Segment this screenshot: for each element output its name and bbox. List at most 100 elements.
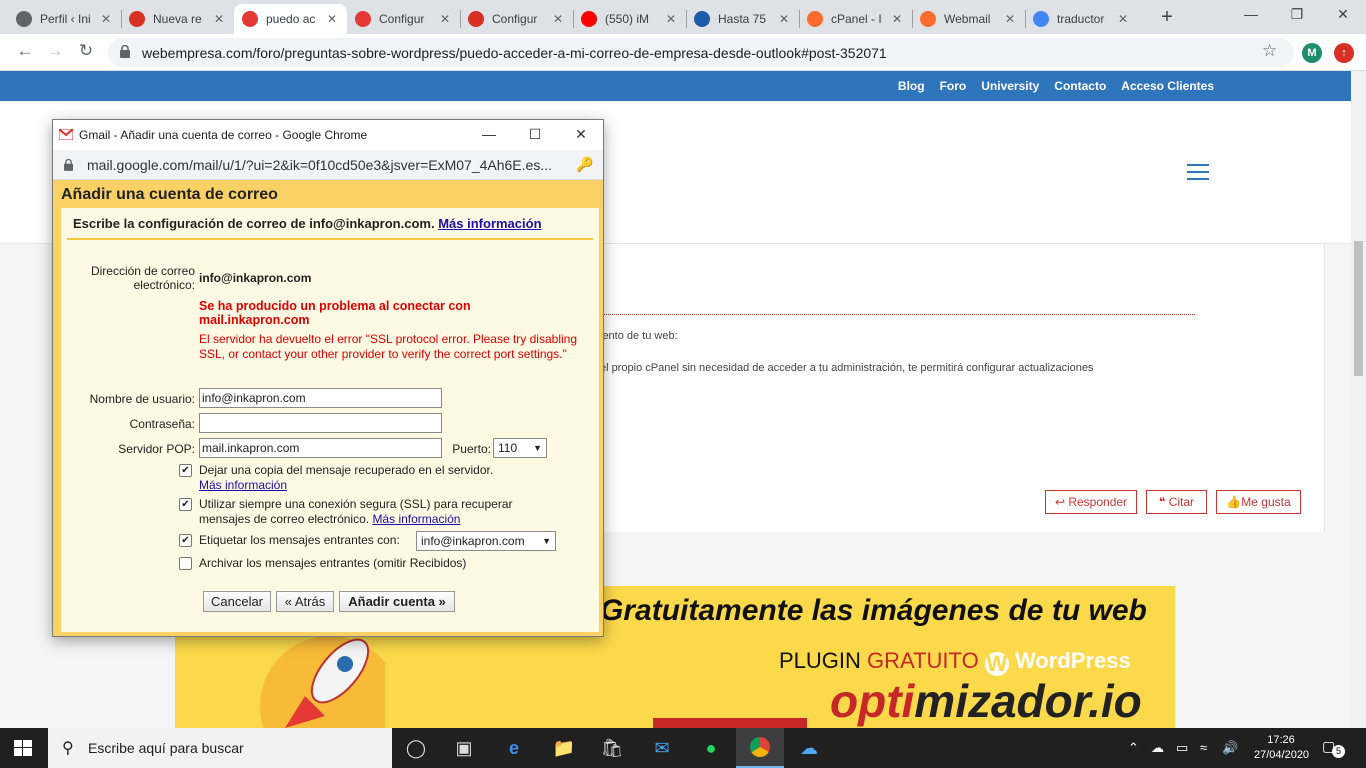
page-scrollbar[interactable]	[1351, 71, 1366, 728]
popup-minimize-icon[interactable]: —	[479, 126, 499, 142]
battery-icon[interactable]: ▭	[1176, 740, 1188, 756]
label-select[interactable]: info@inkapron.com ▼	[416, 531, 556, 551]
windows-start-icon[interactable]	[14, 740, 32, 756]
password-input[interactable]	[199, 413, 442, 433]
popup-url-text: mail.google.com/mail/u/1/?ui=2&ik=0f10cd…	[87, 157, 552, 173]
reply-label: Responder	[1068, 495, 1128, 509]
youtube-icon	[581, 11, 597, 27]
add-account-button[interactable]: Añadir cuenta »	[339, 591, 455, 612]
add-account-dialog: Añadir una cuenta de correo Escribe la c…	[53, 180, 603, 636]
new-tab-button[interactable]: +	[1156, 6, 1178, 29]
spotify-icon[interactable]: ●	[687, 728, 735, 768]
reload-icon[interactable]: ↻	[75, 41, 97, 61]
tab-close-icon[interactable]: ✕	[1003, 12, 1017, 26]
site-navbar: Blog Foro University Contacto Acceso Cliente…	[0, 71, 1366, 101]
tab-separator	[799, 10, 800, 28]
tab-title: Webmail	[944, 12, 991, 26]
pop-server-input[interactable]	[199, 438, 442, 458]
label-incoming-checkbox[interactable]: ✔	[179, 534, 192, 547]
back-icon[interactable]: ←	[14, 41, 36, 61]
webempresa-icon	[355, 11, 371, 27]
label-select-value: info@inkapron.com	[421, 534, 525, 548]
banner-cta-button[interactable]	[653, 718, 807, 728]
tab-title: Configur	[379, 12, 425, 26]
popup-titlebar[interactable]: Gmail - Añadir una cuenta de correo - Go…	[53, 120, 603, 150]
tab-separator	[460, 10, 461, 28]
email-label: Dirección de correo electrónico:	[71, 264, 195, 292]
scrollbar-thumb[interactable]	[1354, 241, 1363, 376]
back-button[interactable]: « Atrás	[276, 591, 334, 612]
quote-button[interactable]: ❝ Citar	[1146, 490, 1207, 514]
popup-maximize-icon[interactable]: ☐	[525, 126, 545, 143]
taskbar-search[interactable]: ⚲ Escribe aquí para buscar	[48, 728, 392, 768]
extension-icon[interactable]: ↑	[1334, 43, 1354, 63]
tab-title: Perfil ‹ Ini	[40, 12, 91, 26]
bookmark-star-icon[interactable]: ☆	[1262, 41, 1277, 61]
browser-tab[interactable]: (550) iM ✕	[573, 4, 686, 34]
browser-tab[interactable]: Configur ✕	[347, 4, 460, 34]
cortana-icon[interactable]: ◯	[392, 728, 440, 768]
browser-tab[interactable]: Perfil ‹ Ini ✕	[8, 4, 121, 34]
archive-checkbox[interactable]	[179, 557, 192, 570]
browser-tab[interactable]: Webmail ✕	[912, 4, 1025, 34]
browser-tab[interactable]: Configur ✕	[460, 4, 573, 34]
tab-close-icon[interactable]: ✕	[551, 12, 565, 26]
tab-close-icon[interactable]: ✕	[664, 12, 678, 26]
system-clock[interactable]: 17:26 27/04/2020	[1254, 733, 1309, 763]
edge-icon[interactable]: e	[490, 728, 538, 768]
tab-close-icon[interactable]: ✕	[1116, 12, 1130, 26]
quote-label: Citar	[1168, 495, 1195, 509]
tab-close-icon[interactable]: ✕	[777, 12, 791, 26]
google-icon	[1033, 11, 1049, 27]
popup-close-icon[interactable]: ✕	[571, 126, 591, 143]
browser-toolbar: ← → ↻ webempresa.com/foro/preguntas-sobr…	[0, 34, 1366, 71]
like-button[interactable]: 👍 Me gusta	[1216, 490, 1301, 514]
file-explorer-icon[interactable]: 📁	[540, 728, 588, 768]
browser-tab[interactable]: Nueva re ✕	[121, 4, 234, 34]
menu-hamburger-icon[interactable]	[1187, 164, 1209, 180]
banner-title: Gratuitamente las imágenes de tu web	[600, 594, 1147, 627]
site-nav-link[interactable]: Contacto	[1054, 79, 1106, 93]
site-nav-link[interactable]: Acceso Clientes	[1121, 79, 1214, 93]
site-nav-link[interactable]: University	[981, 79, 1039, 93]
tab-close-icon[interactable]: ✕	[890, 12, 904, 26]
cancel-button[interactable]: Cancelar	[203, 591, 271, 612]
ssl-checkbox[interactable]: ✔	[179, 498, 192, 511]
site-nav-link[interactable]: Blog	[898, 79, 925, 93]
restore-icon[interactable]: ❐	[1282, 6, 1312, 23]
wifi-icon[interactable]: ≈	[1200, 740, 1207, 755]
site-nav-link[interactable]: Foro	[940, 79, 967, 93]
username-input[interactable]	[199, 388, 442, 408]
minimize-icon[interactable]: —	[1236, 6, 1266, 22]
tab-close-icon[interactable]: ✕	[99, 12, 113, 26]
mail-app-icon[interactable]: ✉	[638, 728, 686, 768]
keep-copy-more-info-link[interactable]: Más información	[199, 478, 287, 492]
more-info-link[interactable]: Más información	[438, 216, 541, 231]
browser-tab[interactable]: puedo ac ✕	[234, 4, 347, 34]
profile-avatar[interactable]: M	[1302, 43, 1322, 63]
onedrive-icon[interactable]: ☁	[1151, 740, 1164, 756]
keep-copy-checkbox[interactable]: ✔	[179, 464, 192, 477]
key-icon[interactable]: 🔑	[576, 156, 593, 173]
tab-close-icon[interactable]: ✕	[212, 12, 226, 26]
task-view-icon[interactable]: ▣	[440, 728, 488, 768]
port-value: 110	[498, 441, 518, 455]
browser-tab[interactable]: cPanel - I ✕	[799, 4, 912, 34]
banner-brand-b: mizador.io	[914, 675, 1142, 727]
forward-icon[interactable]: →	[44, 41, 66, 61]
volume-icon[interactable]: 🔊	[1222, 740, 1238, 756]
reply-button[interactable]: ↩ Responder	[1045, 490, 1137, 514]
tab-close-icon[interactable]: ✕	[325, 12, 339, 26]
notifications-icon[interactable]: ▢ 5	[1322, 738, 1346, 758]
ssl-more-info-link[interactable]: Más información	[372, 512, 460, 526]
address-bar[interactable]: webempresa.com/foro/preguntas-sobre-word…	[108, 38, 1294, 67]
icloud-icon[interactable]: ☁	[785, 728, 833, 768]
store-icon[interactable]: 🛍	[588, 728, 636, 768]
tab-close-icon[interactable]: ✕	[438, 12, 452, 26]
browser-tab[interactable]: traductor ✕	[1025, 4, 1138, 34]
close-window-icon[interactable]: ✕	[1328, 6, 1358, 23]
chrome-taskbar-icon[interactable]	[736, 728, 784, 768]
port-select[interactable]: 110 ▼	[493, 438, 547, 458]
browser-tab[interactable]: Hasta 75 ✕	[686, 4, 799, 34]
tray-expand-icon[interactable]: ⌃	[1128, 740, 1139, 756]
